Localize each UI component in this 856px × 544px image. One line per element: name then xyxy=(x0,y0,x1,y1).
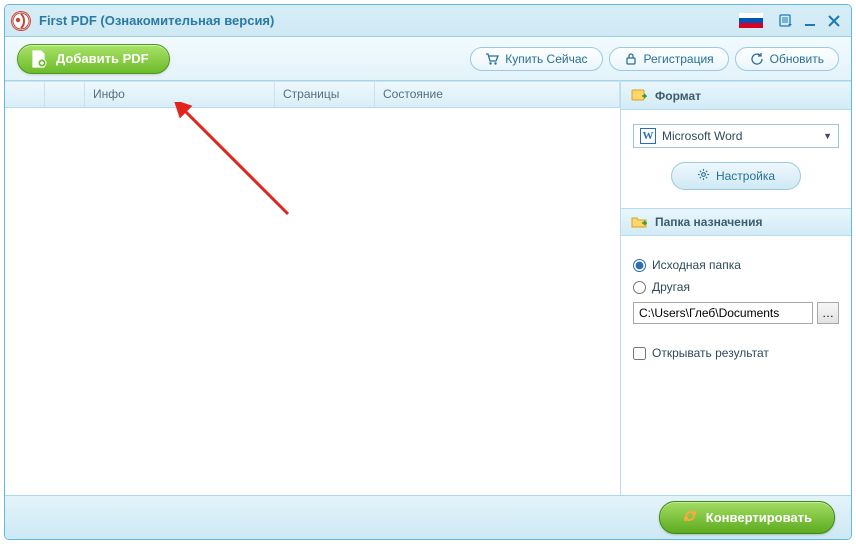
lock-icon xyxy=(624,52,638,66)
gear-icon xyxy=(697,168,710,184)
grid-header: Инфо Страницы Состояние xyxy=(5,82,620,108)
add-file-icon xyxy=(30,50,48,68)
content-body: Инфо Страницы Состояние Формат W Microso… xyxy=(5,81,851,495)
col-state[interactable]: Состояние xyxy=(375,82,620,107)
file-grid: Инфо Страницы Состояние xyxy=(5,82,621,495)
convert-button[interactable]: Конвертировать xyxy=(659,501,835,534)
destination-path-row: … xyxy=(633,302,839,324)
buy-now-button[interactable]: Купить Сейчас xyxy=(470,47,602,71)
menu-button[interactable] xyxy=(775,11,797,31)
section-head-destination: Папка назначения xyxy=(621,208,851,236)
format-section-icon xyxy=(631,88,647,104)
titlebar: First PDF (Ознакомительная версия) xyxy=(5,5,851,37)
radio-other-folder[interactable]: Другая xyxy=(633,280,839,294)
col-sort[interactable] xyxy=(45,82,85,107)
word-icon: W xyxy=(640,128,656,144)
destination-head-label: Папка назначения xyxy=(655,215,762,229)
format-head-label: Формат xyxy=(655,89,701,103)
radio-source-folder[interactable]: Исходная папка xyxy=(633,258,839,272)
open-result-input[interactable] xyxy=(633,347,646,360)
window-title: First PDF (Ознакомительная версия) xyxy=(39,13,739,28)
app-logo-icon xyxy=(11,11,31,31)
footer: Конвертировать xyxy=(5,495,851,539)
radio-other-input[interactable] xyxy=(633,281,646,294)
format-select[interactable]: W Microsoft Word xyxy=(633,124,839,148)
destination-path-input[interactable] xyxy=(633,302,813,324)
convert-label: Конвертировать xyxy=(706,510,812,525)
update-label: Обновить xyxy=(770,52,824,66)
radio-source-input[interactable] xyxy=(633,259,646,272)
col-checkbox[interactable] xyxy=(5,82,45,107)
open-result-label: Открывать результат xyxy=(652,346,769,360)
radio-other-label: Другая xyxy=(652,280,690,294)
radio-source-label: Исходная папка xyxy=(652,258,741,272)
browse-button[interactable]: … xyxy=(817,302,839,324)
open-result-check[interactable]: Открывать результат xyxy=(633,346,839,360)
app-window: First PDF (Ознакомительная версия) Добав… xyxy=(4,4,852,540)
add-pdf-label: Добавить PDF xyxy=(56,51,149,66)
minimize-button[interactable] xyxy=(799,11,821,31)
language-flag-ru[interactable] xyxy=(739,13,763,29)
side-panel: Формат W Microsoft Word Настройка xyxy=(621,82,851,495)
buy-now-label: Купить Сейчас xyxy=(505,52,587,66)
convert-icon xyxy=(682,508,698,527)
section-head-format: Формат xyxy=(621,82,851,110)
register-label: Регистрация xyxy=(644,52,714,66)
update-button[interactable]: Обновить xyxy=(735,47,839,71)
add-pdf-button[interactable]: Добавить PDF xyxy=(17,44,170,74)
col-pages[interactable]: Страницы xyxy=(275,82,375,107)
cart-icon xyxy=(485,52,499,66)
col-info[interactable]: Инфо xyxy=(85,82,275,107)
toolbar: Добавить PDF Купить Сейчас Регистрация О… xyxy=(5,37,851,81)
register-button[interactable]: Регистрация xyxy=(609,47,729,71)
format-settings-button[interactable]: Настройка xyxy=(671,162,801,190)
settings-label: Настройка xyxy=(716,169,775,183)
format-value: Microsoft Word xyxy=(662,129,742,143)
grid-body-empty xyxy=(5,108,620,495)
destination-body: Исходная папка Другая … Открывать резуль… xyxy=(621,236,851,382)
refresh-icon xyxy=(750,52,764,66)
destination-section-icon xyxy=(631,214,647,230)
format-body: W Microsoft Word Настройка xyxy=(621,110,851,208)
close-button[interactable] xyxy=(823,11,845,31)
